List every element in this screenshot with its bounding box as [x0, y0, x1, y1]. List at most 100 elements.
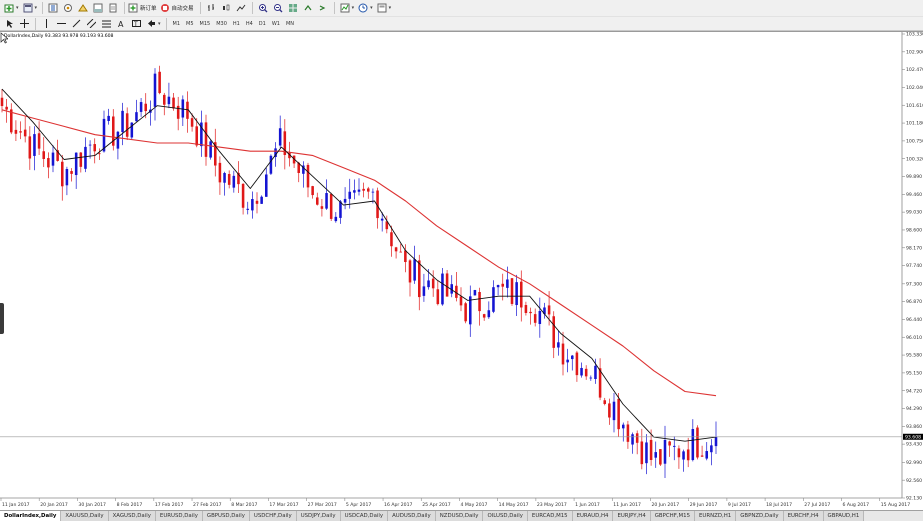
candle-body — [422, 286, 426, 296]
date-tick-label: 8 Mar 2017 — [231, 502, 257, 508]
symbol-label: DollarIndex,Daily 93.383 93.978 93.193 9… — [4, 34, 114, 39]
candle-body — [37, 133, 41, 149]
line-chart-button[interactable] — [234, 2, 248, 15]
toolbar-divider — [124, 2, 126, 14]
horizontal-line-tool-icon[interactable] — [54, 17, 68, 30]
timeframe-m1-button[interactable]: M1 — [170, 19, 184, 29]
cursor-tool-icon[interactable] — [2, 17, 16, 30]
chart-tab[interactable]: USDJPY,Daily — [296, 511, 341, 521]
chevron-down-icon[interactable]: ▾ — [352, 5, 355, 11]
candle-body — [529, 311, 532, 314]
timeframe-m15-button[interactable]: M15 — [197, 19, 214, 29]
chart-tab[interactable]: USDCAD,Daily — [340, 511, 389, 521]
chart-tab[interactable]: GBPUSD,Daily — [202, 511, 250, 521]
new-chart-button[interactable] — [2, 2, 16, 15]
candle-body — [524, 305, 528, 313]
trendline-tool-icon[interactable] — [69, 17, 83, 30]
terminal-button[interactable] — [91, 2, 105, 15]
candle-body — [339, 201, 342, 218]
chart-tab[interactable]: XAGUSD,Daily — [108, 511, 156, 521]
chart-tab[interactable]: GBPCHF,M15 — [650, 511, 696, 521]
chart-tab[interactable]: DollarIndex,Daily — [0, 511, 62, 521]
auto-trading-button[interactable]: 自动交易 — [160, 2, 196, 15]
date-tick-label: 17 Feb 2017 — [155, 502, 184, 508]
strategy-tester-button[interactable] — [106, 2, 120, 15]
chart-tab[interactable]: EURUSD,Daily — [155, 511, 203, 521]
candle-body — [380, 218, 384, 221]
fast-moving-average-line — [1, 88, 717, 442]
data-window-button[interactable] — [61, 2, 75, 15]
profiles-button[interactable] — [21, 2, 35, 15]
candle-body — [459, 296, 463, 306]
candle-body — [167, 96, 171, 105]
new-order-button[interactable]: 新订单 — [128, 2, 159, 15]
candle-body — [172, 97, 175, 109]
chart-canvas[interactable]: 103.330 102.900 102.470 102.040 101.610 101.1… — [0, 32, 923, 511]
fibonacci-tool-icon[interactable] — [99, 17, 113, 30]
timeframe-m30-button[interactable]: M30 — [213, 19, 230, 29]
chart-tab[interactable]: EURAUD,H4 — [572, 511, 614, 521]
chart-tab[interactable]: USDCHF,Daily — [249, 511, 297, 521]
crosshair-tool-icon[interactable] — [17, 17, 31, 30]
timeframe-m5-button[interactable]: M5 — [183, 19, 197, 29]
timeframe-w1-button[interactable]: W1 — [269, 19, 283, 29]
market-watch-button[interactable] — [46, 2, 60, 15]
candle-body — [506, 279, 509, 288]
price-chart[interactable]: 103.330 102.900 102.470 102.040 101.610 101.1… — [0, 31, 923, 510]
candle-body — [232, 175, 236, 188]
bar-chart-button[interactable] — [204, 2, 218, 15]
chevron-down-icon[interactable]: ▾ — [35, 5, 38, 11]
chart-shift-button[interactable] — [301, 2, 315, 15]
candle-body — [441, 273, 444, 305]
scroll-handle[interactable] — [0, 303, 4, 334]
date-tick-label: 23 May 2017 — [537, 502, 567, 508]
candle-body — [158, 71, 161, 94]
autoscroll-button[interactable] — [316, 2, 330, 15]
vertical-line-tool-icon[interactable] — [39, 17, 53, 30]
candle-body — [677, 448, 681, 458]
timeframe-h1-button[interactable]: H1 — [230, 19, 243, 29]
candle-body — [570, 355, 574, 360]
date-tick-label: 11 Jun 2017 — [613, 502, 641, 508]
zoom-out-icon[interactable] — [271, 2, 285, 15]
indicators-button[interactable] — [338, 2, 352, 15]
chevron-down-icon[interactable]: ▾ — [158, 21, 161, 27]
chart-tab[interactable]: EURJPY,H4 — [613, 511, 651, 521]
timeframe-h4-button[interactable]: H4 — [243, 19, 256, 29]
chart-tab[interactable]: EURCAD,M15 — [527, 511, 573, 521]
candle-body — [84, 146, 87, 169]
chart-tab[interactable]: OILUSD,Daily — [483, 511, 528, 521]
chevron-down-icon[interactable]: ▾ — [389, 5, 392, 11]
chart-tab[interactable]: XAUUSD,Daily — [61, 511, 109, 521]
chevron-down-icon[interactable]: ▾ — [370, 5, 373, 11]
candle-body — [88, 144, 92, 146]
text-label-tool-icon[interactable]: T — [129, 17, 143, 30]
timeframe-mn-button[interactable]: MN — [283, 19, 297, 29]
zoom-in-icon[interactable] — [256, 2, 270, 15]
chart-tab[interactable]: GBPNZD,Daily — [736, 511, 784, 521]
arrow-tool-icon[interactable] — [144, 17, 158, 30]
price-tick-label: 97.740 — [906, 263, 922, 269]
timeframe-d1-button[interactable]: D1 — [256, 19, 269, 29]
templates-button[interactable] — [375, 2, 389, 15]
price-tick-label: 93.430 — [906, 442, 922, 448]
chart-tab[interactable]: NZDUSD,Daily — [435, 511, 484, 521]
candle-body — [594, 365, 597, 380]
chart-tab[interactable]: EURCHF,H4 — [783, 511, 824, 521]
candle-body — [269, 155, 273, 174]
chart-tab[interactable]: AUDUSD,Daily — [388, 511, 436, 521]
tile-windows-button[interactable] — [286, 2, 300, 15]
text-tool-icon[interactable]: A — [114, 17, 128, 30]
candlestick-button[interactable] — [219, 2, 233, 15]
candle-body — [575, 352, 579, 376]
chevron-down-icon[interactable]: ▾ — [16, 5, 19, 11]
periods-button[interactable] — [356, 2, 370, 15]
price-tick-label: 97.300 — [906, 281, 922, 287]
chart-tab[interactable]: GBPAUD,H1 — [823, 511, 865, 521]
candle-body — [70, 171, 73, 174]
navigator-button[interactable] — [76, 2, 90, 15]
candle-body — [608, 403, 611, 418]
channel-tool-icon[interactable] — [84, 17, 98, 30]
price-tick-label: 101.610 — [906, 103, 923, 109]
chart-tab[interactable]: EURNZD,H1 — [695, 511, 737, 521]
